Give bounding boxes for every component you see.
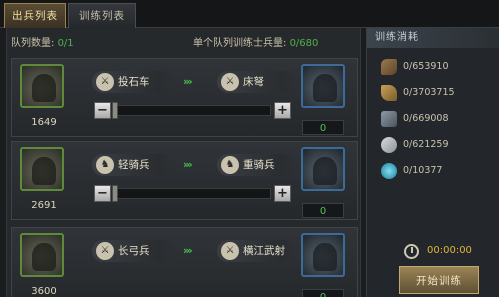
wood-icon xyxy=(381,58,397,75)
upgrade-from-icon: ♞ xyxy=(96,156,114,174)
source-unit-name: ⚔ 投石车 xyxy=(96,71,150,93)
quantity-slider[interactable] xyxy=(114,105,271,116)
archer-portrait xyxy=(301,233,345,277)
unit-count: 2691 xyxy=(31,200,57,211)
grain-icon xyxy=(381,84,397,101)
ballista-portrait xyxy=(301,64,345,108)
source-unit-name: ⚔ 长弓兵 xyxy=(96,240,150,262)
panel-title: 训练消耗 xyxy=(367,28,499,48)
ballista-icon xyxy=(313,74,337,102)
training-cost-panel: 训练消耗 0/653910 0/3703715 0/669008 0/62125… xyxy=(366,28,499,297)
increase-button[interactable]: + xyxy=(274,102,291,119)
target-count: 0 xyxy=(302,203,344,218)
heavy-cavalry-portrait xyxy=(301,147,345,191)
upgrade-to-icon: ⚔ xyxy=(221,242,239,260)
tab-bar: 出兵列表 训练列表 xyxy=(0,0,499,28)
resource-wood: 0/653910 xyxy=(381,58,449,76)
light-cavalry-icon xyxy=(32,157,56,185)
increase-button[interactable]: + xyxy=(274,185,291,202)
resource-iron: 0/669008 xyxy=(381,110,449,128)
iron-icon xyxy=(381,110,397,127)
per-queue-limit: 单个队列训练士兵量: 0/680 xyxy=(193,38,319,49)
resource-grain: 0/3703715 xyxy=(381,84,455,102)
upgrade-arrows-icon: ››› xyxy=(183,244,193,257)
gem-icon xyxy=(381,162,397,179)
unit-count: 1649 xyxy=(31,117,57,128)
slider-handle[interactable] xyxy=(112,102,118,119)
unit-list-panel: 队列数量: 0/1 单个队列训练士兵量: 0/680 1649 ⚔ 投石车 ›››… xyxy=(6,28,361,297)
upgrade-from-icon: ⚔ xyxy=(96,73,114,91)
resource-stone: 0/621259 xyxy=(381,136,449,154)
upgrade-from-icon: ⚔ xyxy=(96,242,114,260)
longbow-icon xyxy=(32,243,56,271)
heavy-cavalry-icon xyxy=(313,157,337,185)
light-cavalry-portrait xyxy=(20,147,64,191)
training-timer: 00:00:00 xyxy=(427,245,472,256)
unit-row: 1649 ⚔ 投石车 ››› ⚔ 床弩 − + 0 xyxy=(11,58,358,137)
clock-icon xyxy=(404,244,419,259)
queue-count: 队列数量: 0/1 xyxy=(11,38,74,49)
upgrade-to-icon: ⚔ xyxy=(221,73,239,91)
upgrade-to-icon: ♞ xyxy=(221,156,239,174)
target-unit-name: ♞ 重骑兵 xyxy=(221,154,275,176)
source-unit-name: ♞ 轻骑兵 xyxy=(96,154,150,176)
stone-icon xyxy=(381,136,397,153)
decrease-button[interactable]: − xyxy=(94,102,111,119)
target-unit-name: ⚔ 横江武射 xyxy=(221,240,285,262)
target-count: 0 xyxy=(302,289,344,297)
longbow-portrait xyxy=(20,233,64,277)
start-training-button[interactable]: 开始训练 xyxy=(399,266,479,294)
catapult-portrait xyxy=(20,64,64,108)
queue-count-value: 0/1 xyxy=(57,38,74,49)
upgrade-arrows-icon: ››› xyxy=(183,75,193,88)
slider-handle[interactable] xyxy=(112,185,118,202)
tab-dispatch-list[interactable]: 出兵列表 xyxy=(4,3,66,28)
archer-icon xyxy=(313,243,337,271)
unit-row: 2691 ♞ 轻骑兵 ››› ♞ 重骑兵 − + 0 xyxy=(11,141,358,220)
tab-training-list[interactable]: 训练列表 xyxy=(68,3,136,28)
decrease-button[interactable]: − xyxy=(94,185,111,202)
per-queue-value: 0/680 xyxy=(289,38,319,49)
quantity-slider[interactable] xyxy=(114,188,271,199)
upgrade-arrows-icon: ››› xyxy=(183,158,193,171)
unit-row: 3600 ⚔长弓兵 ››› ⚔横江武射 0 xyxy=(11,227,358,297)
resource-gem: 0/10377 xyxy=(381,162,442,180)
catapult-icon xyxy=(32,74,56,102)
target-count: 0 xyxy=(302,120,344,135)
unit-count: 3600 xyxy=(31,286,57,297)
target-unit-name: ⚔ 床弩 xyxy=(221,71,264,93)
